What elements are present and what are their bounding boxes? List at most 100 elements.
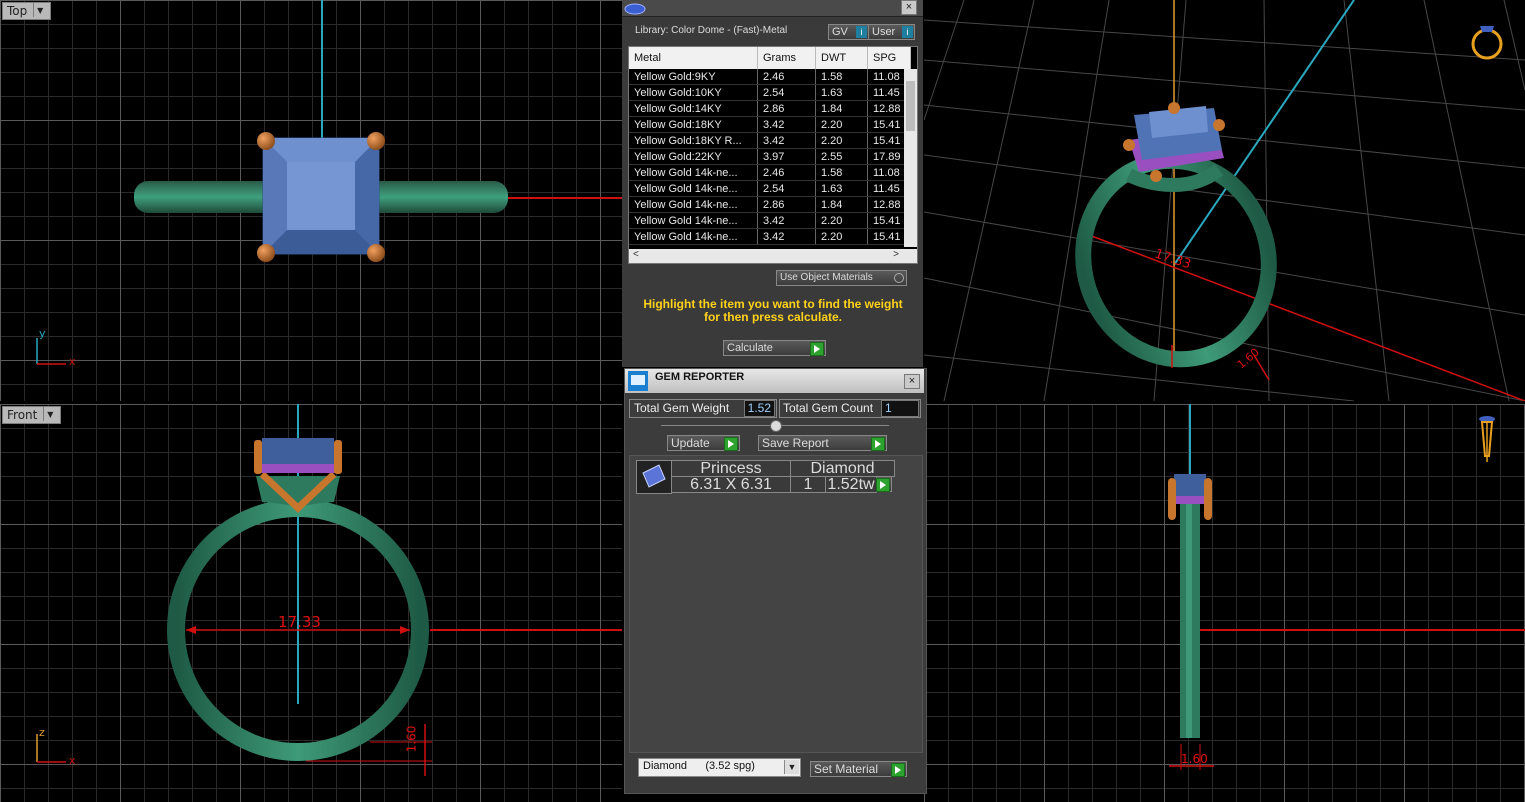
library-titlebar: × <box>622 0 923 17</box>
horizontal-scrollbar[interactable]: < > <box>629 249 917 263</box>
scroll-left-icon[interactable]: < <box>633 249 639 260</box>
gem-select-button[interactable] <box>876 476 892 492</box>
table-row[interactable]: Yellow Gold 14k-ne... 2.86 1.84 12.88 <box>629 196 911 213</box>
metal-cell: Yellow Gold 14k-ne... <box>629 212 758 229</box>
metal-cell: Yellow Gold:10KY <box>629 84 758 101</box>
grams-cell: 3.42 <box>757 116 816 133</box>
column-header-grams[interactable]: Grams <box>757 47 816 69</box>
prong <box>367 132 385 150</box>
close-icon[interactable]: × <box>904 374 920 389</box>
vertical-scrollbar[interactable] <box>904 69 917 247</box>
material-select-value: Diamond (3.52 spg) <box>643 760 755 772</box>
side-viewport[interactable]: 1.60 <box>924 404 1525 802</box>
update-button[interactable]: Update <box>667 435 740 451</box>
table-row[interactable]: Yellow Gold:9KY 2.46 1.58 11.08 <box>629 69 911 85</box>
gem-reporter-titlebar: GEM REPORTER × <box>625 369 924 393</box>
axis-z-label: z <box>39 726 45 739</box>
prong <box>257 244 275 262</box>
table-row[interactable]: Yellow Gold 14k-ne... 2.46 1.58 11.08 <box>629 164 911 181</box>
gem-list: Princess Diamond 6.31 X 6.31 1 1.52tw <box>629 455 923 753</box>
column-header-metal[interactable]: Metal <box>629 47 758 69</box>
metal-cell: Yellow Gold:9KY <box>629 69 758 85</box>
top-viewport[interactable]: Top ▼ y x <box>0 0 622 401</box>
play-icon <box>876 478 890 492</box>
dwt-cell: 2.20 <box>815 212 868 229</box>
library-logo-icon <box>624 3 646 15</box>
play-icon <box>871 437 885 451</box>
table-row[interactable]: Yellow Gold 14k-ne... 3.42 2.20 15.41 <box>629 212 911 229</box>
metal-table-grid: Metal Grams DWT SPG Yellow Gold:9KY 2.46 1… <box>629 47 911 245</box>
total-count-value: 1 <box>881 400 919 417</box>
gem-quantity: 1 <box>790 476 826 493</box>
metal-table[interactable]: Metal Grams DWT SPG Yellow Gold:9KY 2.46 1… <box>628 46 918 264</box>
dwt-cell: 1.58 <box>815 164 868 181</box>
table-row[interactable]: Yellow Gold:18KY 3.42 2.20 15.41 <box>629 116 911 133</box>
table-row[interactable]: Yellow Gold:10KY 2.54 1.63 11.45 <box>629 84 911 101</box>
info-icon: i <box>902 26 913 38</box>
metal-cell: Yellow Gold:14KY <box>629 100 758 117</box>
front-diameter-dimension: 17.33 <box>278 613 321 631</box>
prong <box>257 132 275 150</box>
column-header-spg[interactable]: SPG <box>867 47 911 69</box>
top-view-model <box>36 0 622 365</box>
total-weight-value: 1.52 <box>743 400 775 417</box>
grams-cell: 3.42 <box>757 212 816 229</box>
metal-cell: Yellow Gold 14k-ne... <box>629 180 758 197</box>
metal-cell: Yellow Gold 14k-ne... <box>629 228 758 245</box>
front-band-dimension: 1.60 <box>404 725 419 753</box>
user-button[interactable]: User i <box>868 24 915 40</box>
gv-button[interactable]: GV i <box>828 24 869 40</box>
material-select[interactable]: Diamond (3.52 spg) ▼ <box>638 758 801 777</box>
total-count-field: Total Gem Count 1 <box>779 399 921 418</box>
list-item[interactable]: Princess Diamond 6.31 X 6.31 1 1.52tw <box>636 460 895 494</box>
gem-size: 6.31 X 6.31 <box>671 476 791 493</box>
metal-cell: Yellow Gold:18KY <box>629 116 758 133</box>
total-weight-field: Total Gem Weight 1.52 <box>629 399 777 418</box>
grams-cell: 2.54 <box>757 84 816 101</box>
perspective-viewport[interactable]: 17.33 1.60 <box>924 0 1525 401</box>
scroll-right-icon[interactable]: > <box>893 249 899 260</box>
calculate-button[interactable]: Calculate <box>723 340 826 356</box>
table-row[interactable]: Yellow Gold:18KY R... 3.42 2.20 15.41 <box>629 132 911 149</box>
library-title: Library: Color Dome - (Fast)-Metal <box>635 25 788 36</box>
grams-cell: 3.42 <box>757 132 816 149</box>
library-panel: × Library: Color Dome - (Fast)-Metal GV i… <box>622 0 923 367</box>
dwt-cell: 1.84 <box>815 100 868 117</box>
axis-y-label: y <box>39 327 46 340</box>
gem-reporter-title: GEM REPORTER <box>655 371 745 383</box>
table-row[interactable]: Yellow Gold:22KY 3.97 2.55 17.89 <box>629 148 911 165</box>
play-icon <box>724 437 738 451</box>
front-view-model <box>36 404 622 776</box>
grams-cell: 3.97 <box>757 148 816 165</box>
dwt-cell: 2.20 <box>815 116 868 133</box>
set-material-button[interactable]: Set Material <box>810 761 907 777</box>
collapse-icon[interactable] <box>770 420 782 432</box>
table-row[interactable]: Yellow Gold:14KY 2.86 1.84 12.88 <box>629 100 911 117</box>
grams-cell: 2.46 <box>757 164 816 181</box>
metal-cell: Yellow Gold 14k-ne... <box>629 196 758 213</box>
use-object-materials-button[interactable]: Use Object Materials <box>776 270 907 286</box>
dwt-cell: 2.20 <box>815 228 868 245</box>
grams-cell: 2.46 <box>757 69 816 85</box>
dwt-cell: 2.55 <box>815 148 868 165</box>
chevron-down-icon[interactable]: ▼ <box>784 760 799 774</box>
dwt-cell: 1.58 <box>815 69 868 85</box>
radio-icon[interactable] <box>894 273 904 283</box>
save-report-button[interactable]: Save Report <box>758 435 887 451</box>
scroll-thumb[interactable] <box>906 81 915 131</box>
table-row[interactable]: Yellow Gold 14k-ne... 2.54 1.63 11.45 <box>629 180 911 197</box>
column-header-dwt[interactable]: DWT <box>815 47 868 69</box>
pen-nav-icon <box>1479 416 1495 462</box>
perspective-view-model <box>924 0 1525 401</box>
dwt-cell: 1.84 <box>815 196 868 213</box>
close-icon[interactable]: × <box>901 0 917 15</box>
play-icon <box>810 342 824 356</box>
side-view-model <box>1168 404 1525 770</box>
metal-cell: Yellow Gold:18KY R... <box>629 132 758 149</box>
total-count-label: Total Gem Count <box>783 401 874 415</box>
grams-cell: 2.54 <box>757 180 816 197</box>
front-viewport[interactable]: Front ▼ 17.33 1.60 z x <box>0 404 622 802</box>
gem-reporter-icon <box>628 371 648 391</box>
table-row[interactable]: Yellow Gold 14k-ne... 3.42 2.20 15.41 <box>629 228 911 245</box>
metal-cell: Yellow Gold 14k-ne... <box>629 164 758 181</box>
